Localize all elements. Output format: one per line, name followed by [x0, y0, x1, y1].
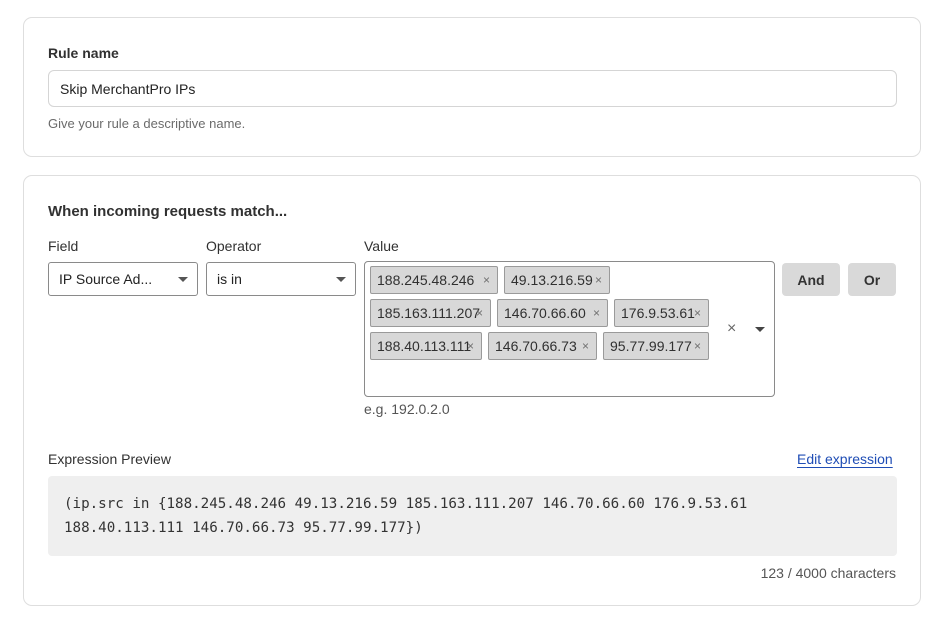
- field-select[interactable]: IP Source Ad...: [48, 262, 198, 296]
- operator-select[interactable]: is in: [206, 262, 356, 296]
- chevron-down-icon: [178, 277, 188, 282]
- value-chip: 146.70.66.60 ×: [497, 299, 608, 327]
- value-chip: 95.77.99.177 ×: [603, 332, 709, 360]
- value-chip-label: 176.9.53.61: [621, 305, 695, 321]
- value-chip: 188.40.113.111 ×: [370, 332, 482, 360]
- character-count: 123 / 4000 characters: [760, 565, 896, 581]
- rule-name-helper: Give your rule a descriptive name.: [48, 116, 246, 131]
- expression-preview: (ip.src in {188.245.48.246 49.13.216.59 …: [48, 476, 897, 556]
- remove-chip-icon[interactable]: ×: [694, 333, 701, 359]
- remove-chip-icon[interactable]: ×: [483, 267, 490, 293]
- remove-chip-icon[interactable]: ×: [593, 300, 600, 326]
- expression-line: 188.40.113.111 146.70.66.73 95.77.99.177…: [64, 520, 423, 536]
- field-select-value: IP Source Ad...: [59, 271, 153, 287]
- expression-line: (ip.src in {188.245.48.246 49.13.216.59 …: [64, 496, 748, 512]
- match-heading: When incoming requests match...: [48, 203, 288, 220]
- value-chip: 188.245.48.246 ×: [370, 266, 498, 294]
- remove-chip-icon[interactable]: ×: [694, 300, 701, 326]
- expression-preview-label: Expression Preview: [48, 451, 171, 467]
- value-chip-label: 95.77.99.177: [610, 338, 692, 354]
- chevron-down-icon[interactable]: [755, 327, 765, 332]
- value-chip-label: 146.70.66.60: [504, 305, 586, 321]
- chevron-down-icon: [336, 277, 346, 282]
- rule-name-card: Rule name Give your rule a descriptive n…: [23, 17, 921, 157]
- remove-chip-icon[interactable]: ×: [467, 333, 474, 359]
- rule-name-label: Rule name: [48, 45, 119, 61]
- operator-select-value: is in: [217, 271, 242, 287]
- match-card: When incoming requests match... Field Op…: [23, 175, 921, 606]
- and-button[interactable]: And: [782, 263, 840, 296]
- value-chip: 176.9.53.61 ×: [614, 299, 709, 327]
- value-chip-label: 188.245.48.246: [377, 272, 475, 288]
- remove-chip-icon[interactable]: ×: [476, 300, 483, 326]
- value-chip-label: 185.163.111.207: [377, 305, 481, 321]
- edit-expression-link[interactable]: Edit expression: [797, 451, 893, 467]
- value-multiselect[interactable]: 188.245.48.246 × 49.13.216.59 × 185.163.…: [364, 261, 775, 397]
- value-hint: e.g. 192.0.2.0: [364, 401, 450, 417]
- clear-values-icon[interactable]: ×: [727, 318, 736, 340]
- remove-chip-icon[interactable]: ×: [582, 333, 589, 359]
- operator-label: Operator: [206, 238, 262, 254]
- value-chip: 146.70.66.73 ×: [488, 332, 597, 360]
- field-label: Field: [48, 238, 79, 254]
- value-chip-label: 188.40.113.111: [377, 338, 472, 354]
- rule-name-input[interactable]: [48, 70, 897, 107]
- value-chip-label: 146.70.66.73: [495, 338, 577, 354]
- value-chip: 49.13.216.59 ×: [504, 266, 610, 294]
- value-chip: 185.163.111.207 ×: [370, 299, 491, 327]
- or-button[interactable]: Or: [848, 263, 896, 296]
- value-chip-label: 49.13.216.59: [511, 272, 593, 288]
- value-label: Value: [364, 238, 399, 254]
- remove-chip-icon[interactable]: ×: [595, 267, 602, 293]
